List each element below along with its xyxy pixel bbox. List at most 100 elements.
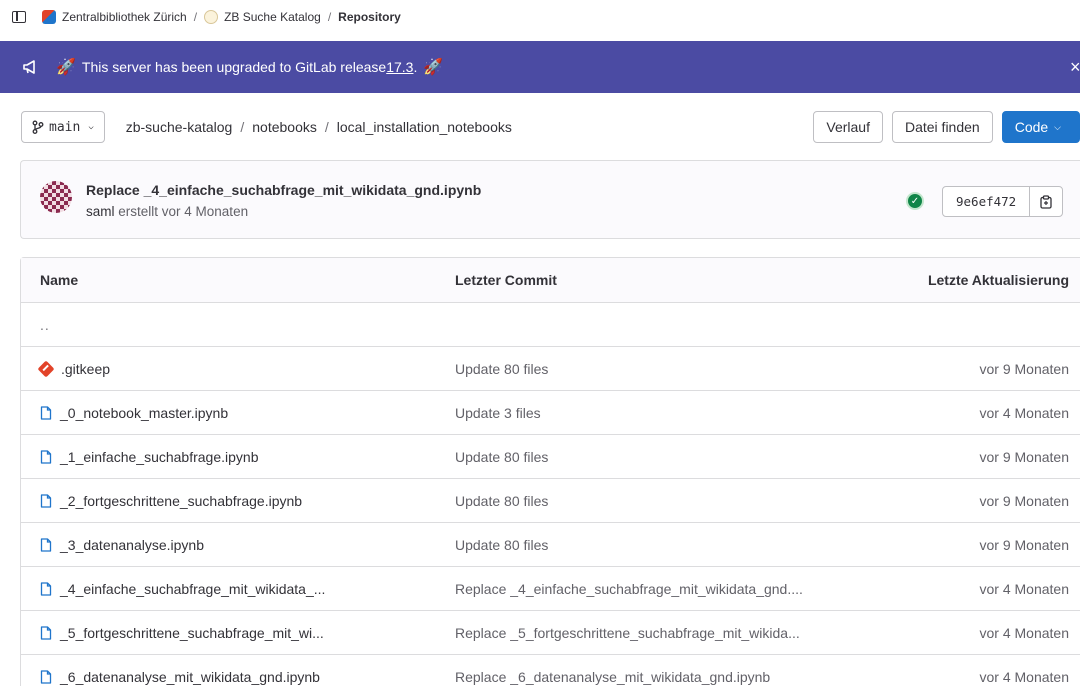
branch-selector-button[interactable]: main ⌵ bbox=[21, 111, 105, 143]
banner-text-end: . bbox=[413, 59, 418, 75]
status-success-icon[interactable]: ✓ bbox=[906, 192, 924, 210]
file-name-link[interactable]: _4_einfache_suchabfrage_mit_wikidata_... bbox=[60, 581, 325, 597]
commit-message-link[interactable]: Update 80 files bbox=[455, 361, 548, 377]
rocket-icon: 🚀 bbox=[56, 59, 76, 76]
file-path-breadcrumb: zb-suche-katalog / notebooks / local_ins… bbox=[126, 119, 512, 135]
branch-icon bbox=[32, 120, 44, 134]
release-link[interactable]: 17.3 bbox=[386, 59, 413, 75]
breadcrumb-project-label: ZB Suche Katalog bbox=[224, 10, 321, 24]
find-file-button[interactable]: Datei finden bbox=[891, 111, 993, 143]
commit-message-link[interactable]: Update 3 files bbox=[455, 405, 541, 421]
git-file-icon bbox=[37, 360, 55, 377]
last-updated-text: vor 4 Monaten bbox=[979, 404, 1070, 421]
breadcrumb-separator: / bbox=[327, 10, 332, 24]
last-updated-text: vor 4 Monaten bbox=[979, 624, 1070, 641]
file-icon bbox=[40, 537, 52, 552]
project-avatar-icon bbox=[204, 10, 219, 24]
column-header-name: Name bbox=[40, 272, 79, 288]
table-row[interactable]: _0_notebook_master.ipynb Update 3 files … bbox=[21, 391, 1080, 435]
table-row[interactable]: _3_datenanalyse.ipynb Update 80 files vo… bbox=[21, 523, 1080, 567]
table-row[interactable]: _4_einfache_suchabfrage_mit_wikidata_...… bbox=[21, 567, 1080, 611]
chevron-down-icon: ⌵ bbox=[88, 122, 94, 132]
commit-author-link[interactable]: saml bbox=[86, 204, 115, 219]
breadcrumb-item-project[interactable]: ZB Suche Katalog bbox=[204, 10, 321, 24]
file-name-link[interactable]: .gitkeep bbox=[61, 361, 110, 377]
path-segment-notebooks[interactable]: notebooks bbox=[252, 119, 317, 135]
column-header-commit: Letzter Commit bbox=[455, 272, 557, 288]
parent-directory-link[interactable]: .. bbox=[40, 317, 50, 333]
code-button[interactable]: Code ⌵ bbox=[1001, 111, 1080, 143]
path-separator: / bbox=[324, 119, 329, 135]
history-button[interactable]: Verlauf bbox=[813, 111, 883, 143]
table-header-row: Name Letzter Commit Letzte Aktualisierun… bbox=[21, 258, 1080, 303]
last-updated-text: vor 4 Monaten bbox=[979, 580, 1070, 597]
file-name-link[interactable]: _2_fortgeschrittene_suchabfrage.ipynb bbox=[60, 493, 302, 509]
file-name-cell[interactable]: _4_einfache_suchabfrage_mit_wikidata_... bbox=[40, 581, 325, 597]
file-name-cell[interactable]: _1_einfache_suchabfrage.ipynb bbox=[40, 449, 259, 465]
file-icon bbox=[40, 625, 52, 640]
file-name-cell[interactable]: _5_fortgeschrittene_suchabfrage_mit_wi..… bbox=[40, 625, 324, 641]
file-name-link[interactable]: _0_notebook_master.ipynb bbox=[60, 405, 228, 421]
file-name-cell[interactable]: _0_notebook_master.ipynb bbox=[40, 405, 228, 421]
branch-name: main bbox=[49, 119, 81, 135]
file-icon bbox=[40, 493, 52, 508]
commit-message-link[interactable]: Update 80 files bbox=[455, 537, 548, 553]
broadcast-banner: 🚀 This server has been upgraded to GitLa… bbox=[0, 41, 1080, 93]
last-updated-text: vor 9 Monaten bbox=[979, 448, 1070, 465]
commit-sha-group: 9e6ef472 bbox=[942, 186, 1064, 217]
table-row[interactable]: _2_fortgeschrittene_suchabfrage.ipynb Up… bbox=[21, 479, 1080, 523]
breadcrumb-item-repository[interactable]: Repository bbox=[338, 10, 401, 24]
breadcrumb-separator: / bbox=[193, 10, 198, 24]
column-header-updated: Letzte Aktualisierung bbox=[927, 272, 1069, 288]
file-name-cell[interactable]: _6_datenanalyse_mit_wikidata_gnd.ipynb bbox=[40, 669, 320, 685]
file-name-cell[interactable]: .gitkeep bbox=[37, 360, 110, 377]
parent-directory-row[interactable]: .. bbox=[21, 303, 1080, 347]
file-icon bbox=[40, 405, 52, 420]
rocket-icon: 🚀 bbox=[423, 59, 444, 76]
commit-message-link[interactable]: Update 80 files bbox=[455, 449, 548, 465]
chevron-down-icon: ⌵ bbox=[1054, 121, 1061, 132]
commit-message-link[interactable]: Replace _6_datenanalyse_mit_wikidata_gnd… bbox=[455, 669, 770, 685]
commit-time-text: erstellt vor 4 Monaten bbox=[114, 204, 249, 219]
commit-message-link[interactable]: Replace _5_fortgeschrittene_suchabfrage_… bbox=[455, 625, 800, 641]
commit-message-link[interactable]: Replace _4_einfache_suchabfrage_mit_wiki… bbox=[455, 581, 803, 597]
last-updated-text: vor 9 Monaten bbox=[979, 360, 1070, 377]
breadcrumb-group-label: Zentralbibliothek Zürich bbox=[62, 10, 187, 24]
last-updated-text: vor 4 Monaten bbox=[979, 668, 1070, 685]
commit-meta: saml erstellt vor 4 Monaten bbox=[86, 204, 248, 219]
file-name-cell[interactable]: _2_fortgeschrittene_suchabfrage.ipynb bbox=[40, 493, 302, 509]
banner-text: This server has been upgraded to GitLab … bbox=[81, 59, 387, 75]
file-name-link[interactable]: _3_datenanalyse.ipynb bbox=[60, 537, 204, 553]
file-name-cell[interactable]: _3_datenanalyse.ipynb bbox=[40, 537, 204, 553]
repository-nav: main ⌵ zb-suche-katalog / notebooks / lo… bbox=[21, 111, 1080, 143]
last-commit-panel: Replace _4_einfache_suchabfrage_mit_wiki… bbox=[20, 160, 1080, 239]
copy-icon[interactable] bbox=[1030, 187, 1062, 216]
group-avatar-icon bbox=[42, 10, 56, 24]
path-segment-project[interactable]: zb-suche-katalog bbox=[126, 119, 233, 135]
avatar[interactable] bbox=[40, 181, 72, 213]
close-icon[interactable]: × bbox=[1070, 57, 1080, 78]
breadcrumb-item-group[interactable]: Zentralbibliothek Zürich bbox=[42, 10, 187, 24]
last-updated-text: vor 9 Monaten bbox=[979, 536, 1070, 553]
file-name-link[interactable]: _5_fortgeschrittene_suchabfrage_mit_wi..… bbox=[60, 625, 324, 641]
table-row[interactable]: .gitkeep Update 80 files vor 9 Monaten bbox=[21, 347, 1080, 391]
path-segment-current[interactable]: local_installation_notebooks bbox=[337, 119, 512, 135]
path-separator: / bbox=[240, 119, 245, 135]
code-button-label: Code bbox=[1014, 119, 1049, 135]
file-name-link[interactable]: _6_datenanalyse_mit_wikidata_gnd.ipynb bbox=[60, 669, 320, 685]
top-breadcrumb-bar: Zentralbibliothek Zürich / ZB Suche Kata… bbox=[0, 0, 1080, 34]
file-icon bbox=[40, 669, 52, 684]
last-updated-text: vor 9 Monaten bbox=[979, 492, 1070, 509]
table-row[interactable]: _6_datenanalyse_mit_wikidata_gnd.ipynb R… bbox=[21, 655, 1080, 686]
sidebar-toggle-icon[interactable] bbox=[12, 11, 26, 23]
table-row[interactable]: _1_einfache_suchabfrage.ipynb Update 80 … bbox=[21, 435, 1080, 479]
commit-title-link[interactable]: Replace _4_einfache_suchabfrage_mit_wiki… bbox=[86, 182, 481, 198]
file-icon bbox=[40, 581, 52, 596]
commit-sha-button[interactable]: 9e6ef472 bbox=[943, 187, 1031, 216]
file-icon bbox=[40, 449, 52, 464]
megaphone-icon bbox=[23, 60, 35, 74]
repository-actions: Verlauf Datei finden Code ⌵ bbox=[813, 111, 1080, 143]
file-name-link[interactable]: _1_einfache_suchabfrage.ipynb bbox=[60, 449, 259, 465]
table-row[interactable]: _5_fortgeschrittene_suchabfrage_mit_wi..… bbox=[21, 611, 1080, 655]
commit-message-link[interactable]: Update 80 files bbox=[455, 493, 548, 509]
